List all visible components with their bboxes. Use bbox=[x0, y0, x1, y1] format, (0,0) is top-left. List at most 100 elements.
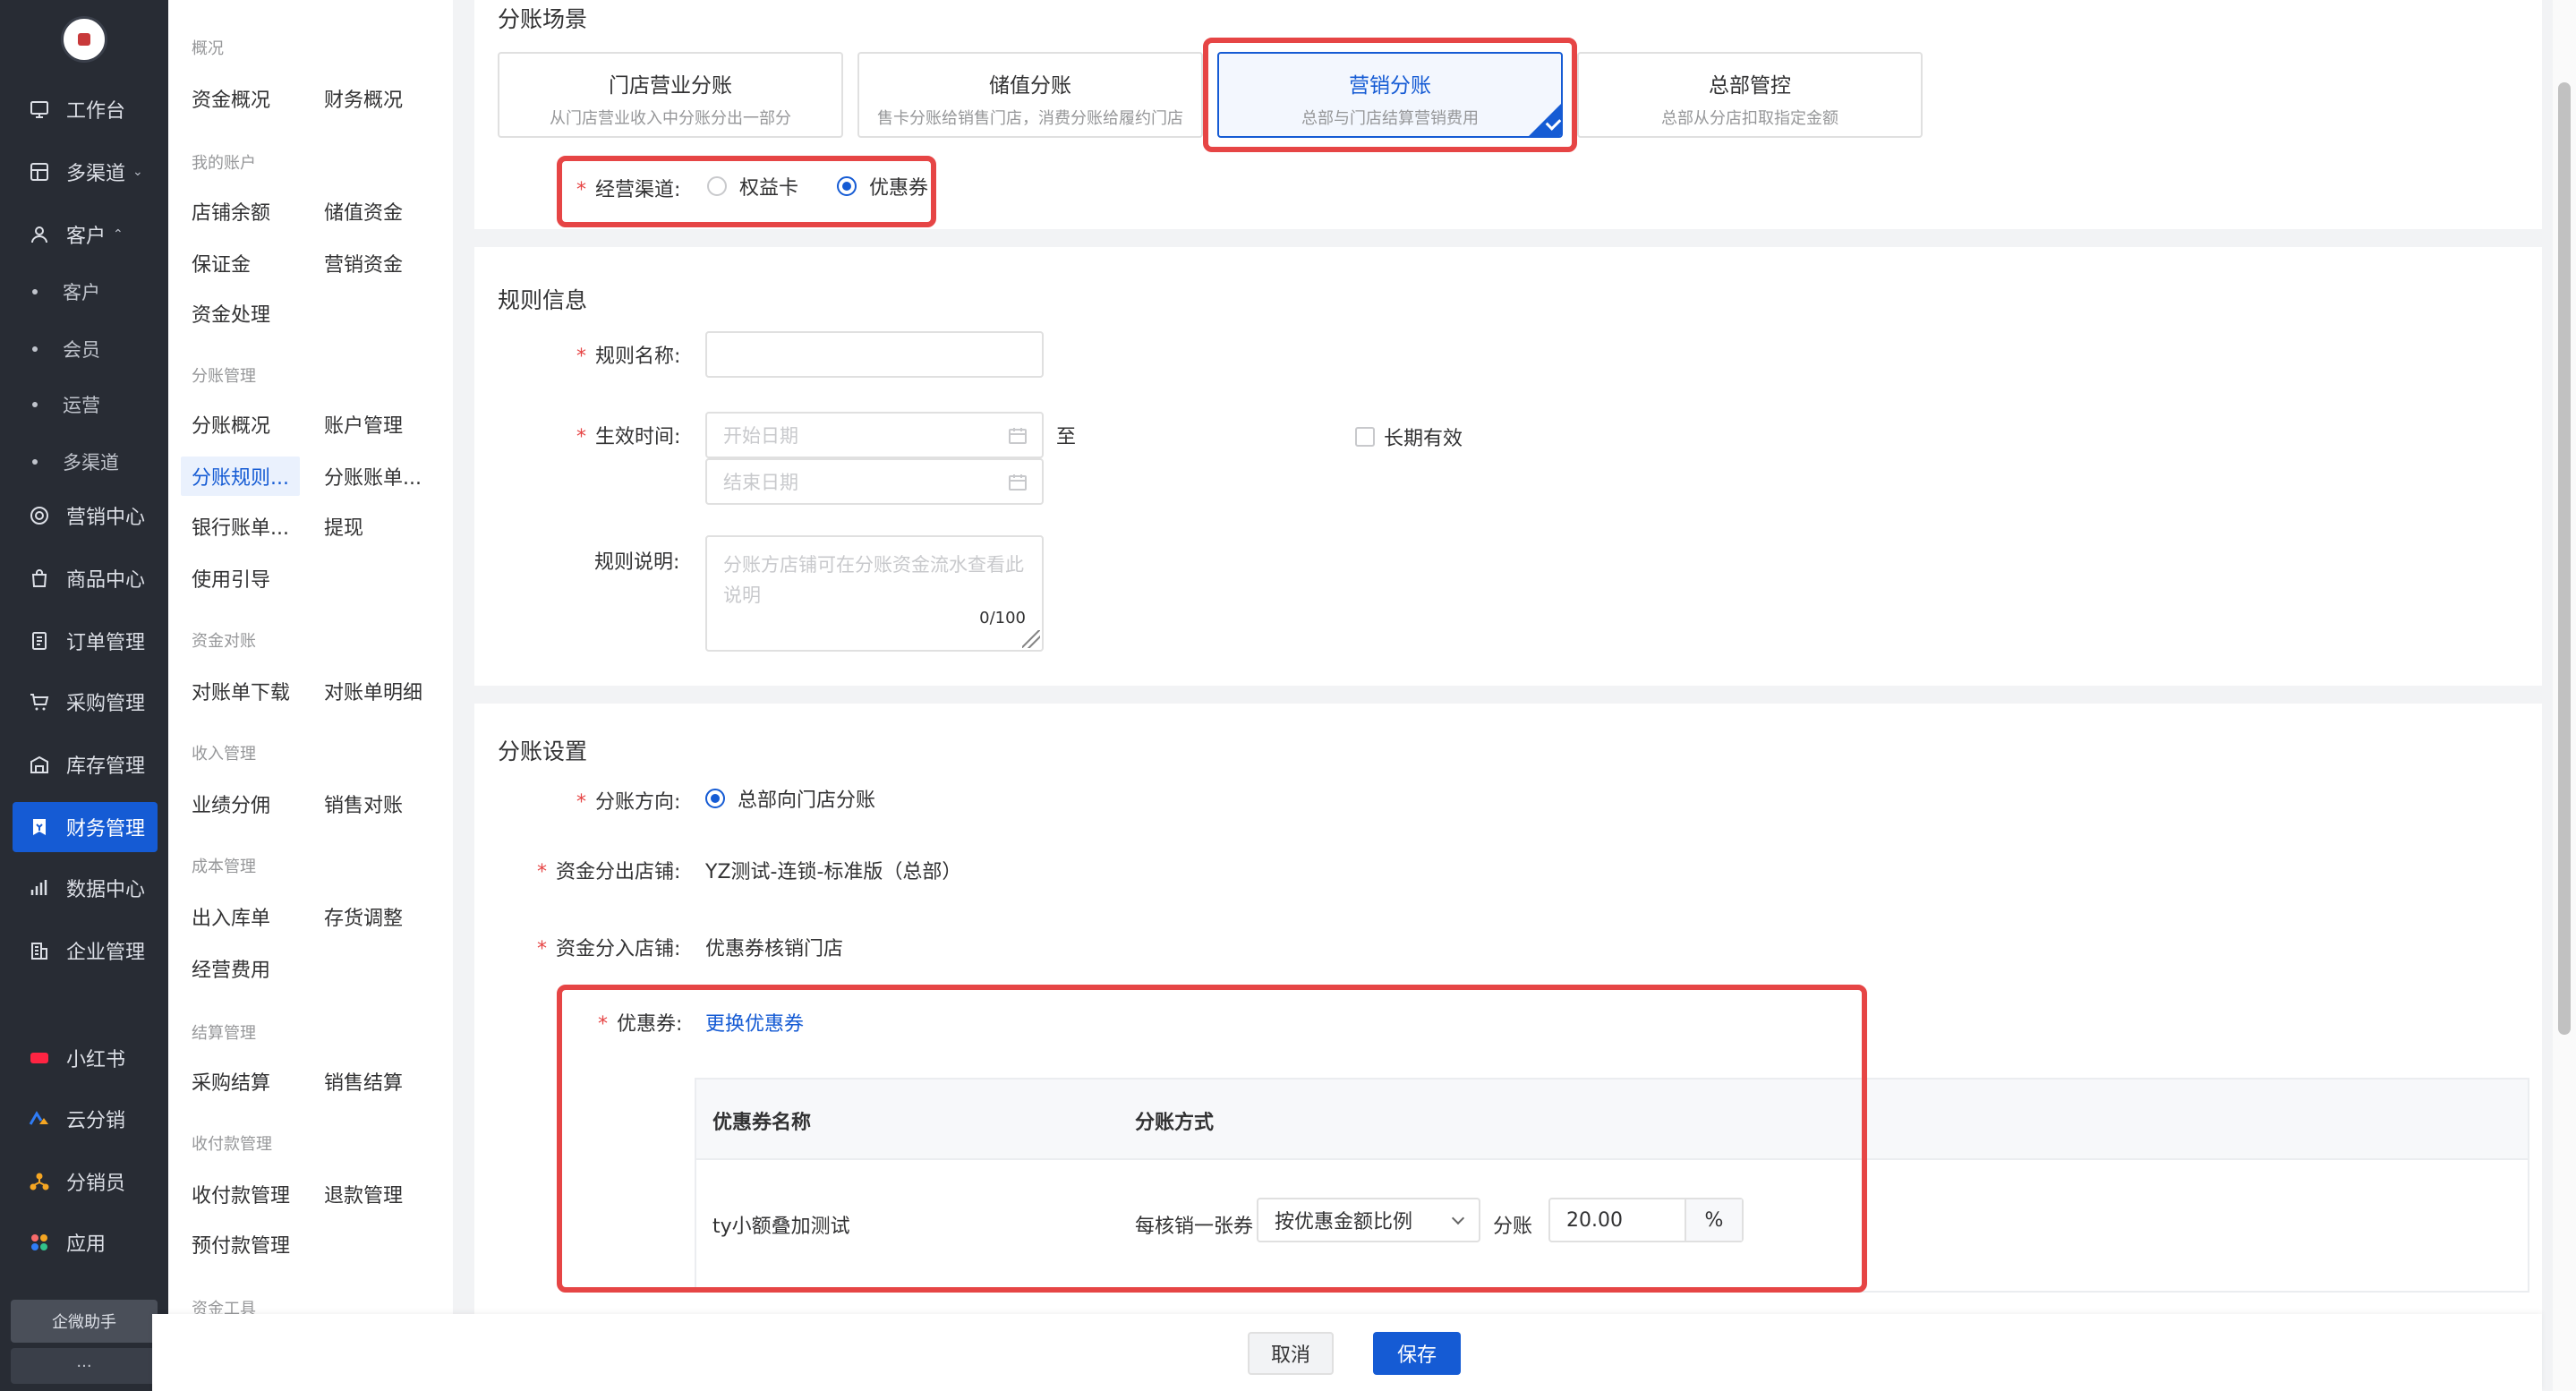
subnav-link[interactable]: 对账单明细 bbox=[313, 671, 433, 711]
subnav-link[interactable]: 账户管理 bbox=[313, 405, 414, 444]
more-button[interactable]: ··· bbox=[11, 1348, 158, 1384]
subnav-link[interactable]: 采购结算 bbox=[181, 1062, 281, 1101]
scene-option-desc: 从门店营业收入中分账分出一部分 bbox=[550, 109, 791, 128]
subnav-link[interactable]: 分账账单... bbox=[313, 457, 432, 496]
nav-item-marketing[interactable]: 营销中心 bbox=[13, 491, 158, 541]
subnav-link[interactable]: 财务概况 bbox=[313, 79, 414, 118]
nav-item-enterprise[interactable]: 企业管理 bbox=[13, 926, 158, 976]
subnav-link-split-rules[interactable]: 分账规则... bbox=[181, 457, 300, 496]
xiaohongshu-icon bbox=[21, 1047, 57, 1069]
shop-logo[interactable] bbox=[61, 16, 107, 63]
save-button[interactable]: 保存 bbox=[1373, 1332, 1461, 1375]
scene-option-title: 储值分账 bbox=[989, 74, 1071, 98]
action-bar: 取消 保存 bbox=[152, 1314, 2542, 1391]
subnav-link[interactable]: 经营费用 bbox=[181, 949, 281, 988]
resize-handle-icon[interactable] bbox=[1022, 630, 1040, 648]
nav-item-apps[interactable]: 应用 bbox=[13, 1217, 158, 1267]
nav-item-label: 营销中心 bbox=[66, 507, 146, 529]
nav-item-goods[interactable]: 商品中心 bbox=[13, 553, 158, 603]
nav-item-label: 采购管理 bbox=[66, 693, 146, 715]
section-title-settings: 分账设置 bbox=[498, 738, 588, 764]
subnav-link[interactable]: 退款管理 bbox=[313, 1174, 414, 1214]
nav-item-orders[interactable]: 订单管理 bbox=[13, 616, 158, 666]
subnav-link[interactable]: 存货调整 bbox=[313, 897, 414, 936]
nav-item-finance[interactable]: 财务管理 bbox=[13, 802, 158, 852]
subnav-group-title: 概况 bbox=[192, 39, 224, 58]
distributor-icon bbox=[21, 1171, 57, 1192]
wecom-assistant-button[interactable]: 企微助手 bbox=[11, 1300, 158, 1343]
secondary-sidebar: 概况 资金概况 财务概况 我的账户 店铺余额 储值资金 保证金 营销资金 资金处… bbox=[168, 0, 453, 1391]
nav-item-label: 库存管理 bbox=[66, 755, 146, 778]
nav-item-cloud-distribution[interactable]: 云分销 bbox=[13, 1094, 158, 1144]
subnav-link[interactable]: 出入库单 bbox=[181, 897, 281, 936]
subnav-group-title: 成本管理 bbox=[192, 858, 256, 876]
vertical-scrollbar[interactable] bbox=[2553, 0, 2576, 1391]
subnav-link[interactable]: 提现 bbox=[313, 507, 374, 546]
scene-option-store-revenue[interactable]: 门店营业分账 从门店营业收入中分账分出一部分 bbox=[498, 52, 843, 138]
subnav-link[interactable]: 收付款管理 bbox=[181, 1174, 301, 1214]
subnav-link[interactable]: 预付款管理 bbox=[181, 1225, 301, 1264]
nav-item-distributor[interactable]: 分销员 bbox=[13, 1156, 158, 1207]
subnav-link[interactable]: 资金概况 bbox=[181, 79, 281, 118]
nav-item-inventory[interactable]: 库存管理 bbox=[13, 739, 158, 789]
scene-option-hq-control[interactable]: 总部管控 总部从分店扣取指定金额 bbox=[1577, 52, 1923, 138]
nav-item-label: 订单管理 bbox=[66, 632, 146, 654]
nav-item-customer[interactable]: 客户 ⌃ bbox=[13, 209, 158, 260]
primary-sidebar: 工作台 多渠道 ⌄ 客户 ⌃ 客户 会员 运营 多渠道 营销中心 商品中心 订单… bbox=[0, 0, 168, 1391]
highlight-box bbox=[1203, 38, 1577, 152]
enterprise-icon bbox=[21, 940, 57, 961]
nav-item-label: 企业管理 bbox=[66, 942, 146, 964]
subnav-link[interactable]: 业绩分佣 bbox=[181, 784, 281, 824]
highlight-box bbox=[557, 985, 1867, 1293]
nav-subitem-multichannel[interactable]: 多渠道 bbox=[32, 444, 119, 480]
nav-item-label: 客户 bbox=[66, 226, 107, 248]
scene-option-stored-value[interactable]: 储值分账 售卡分账给销售门店，消费分账给履约门店 bbox=[857, 52, 1203, 138]
subnav-link[interactable]: 资金处理 bbox=[181, 294, 281, 333]
out-store-label-text: 资金分出店铺: bbox=[556, 861, 681, 883]
nav-item-label: 云分销 bbox=[66, 1110, 126, 1132]
scrollbar-thumb[interactable] bbox=[2558, 82, 2571, 1035]
nav-item-data[interactable]: 数据中心 bbox=[13, 863, 158, 913]
cancel-button[interactable]: 取消 bbox=[1248, 1332, 1334, 1375]
in-store-label: * 资金分入店铺: bbox=[537, 933, 680, 961]
subnav-link[interactable]: 储值资金 bbox=[313, 192, 414, 231]
required-asterisk: * bbox=[537, 938, 547, 960]
section-title-scene: 分账场景 bbox=[498, 6, 588, 32]
char-counter: 0/100 bbox=[979, 609, 1026, 627]
nav-subitem-member[interactable]: 会员 bbox=[32, 331, 100, 367]
nav-item-multichannel[interactable]: 多渠道 ⌄ bbox=[13, 147, 158, 197]
nav-subitem-customer[interactable]: 客户 bbox=[32, 274, 100, 310]
end-date-input[interactable]: 结束日期 bbox=[705, 458, 1044, 505]
start-date-input[interactable]: 开始日期 bbox=[705, 412, 1044, 458]
date-range-separator: 至 bbox=[1056, 426, 1077, 448]
direction-label-text: 分账方向: bbox=[595, 791, 681, 814]
rule-name-input[interactable] bbox=[705, 331, 1044, 378]
nav-item-purchase[interactable]: 采购管理 bbox=[13, 677, 158, 727]
finance-icon bbox=[21, 816, 57, 838]
subnav-link[interactable]: 销售结算 bbox=[313, 1062, 414, 1101]
nav-item-workbench[interactable]: 工作台 bbox=[13, 84, 158, 134]
bullet-icon bbox=[32, 402, 38, 407]
subnav-link[interactable]: 银行账单... bbox=[181, 507, 300, 546]
long-term-checkbox[interactable]: 长期有效 bbox=[1355, 422, 1463, 451]
chevron-down-icon: ⌄ bbox=[132, 165, 143, 179]
rule-desc-textarea[interactable]: 分账方店铺可在分账资金流水查看此说明 0/100 bbox=[705, 535, 1044, 652]
subnav-link[interactable]: 分账概况 bbox=[181, 405, 281, 444]
nav-subitem-operation[interactable]: 运营 bbox=[32, 387, 100, 422]
nav-item-xiaohongshu[interactable]: 小红书 bbox=[13, 1033, 158, 1083]
user-icon bbox=[21, 224, 57, 245]
nav-item-label: 商品中心 bbox=[66, 569, 146, 592]
bullet-icon bbox=[32, 459, 38, 465]
subnav-link[interactable]: 销售对账 bbox=[313, 784, 414, 824]
subnav-link[interactable]: 对账单下载 bbox=[181, 671, 301, 711]
subnav-link[interactable]: 营销资金 bbox=[313, 243, 414, 283]
nav-item-label: 财务管理 bbox=[66, 818, 146, 841]
subnav-link[interactable]: 店铺余额 bbox=[181, 192, 281, 231]
required-asterisk: * bbox=[537, 861, 547, 883]
subnav-group-title: 收入管理 bbox=[192, 745, 256, 764]
radio-label: 总部向门店分账 bbox=[738, 789, 876, 812]
radio-hq-to-store[interactable]: 总部向门店分账 bbox=[705, 784, 875, 813]
subnav-link[interactable]: 保证金 bbox=[181, 243, 261, 283]
subnav-group-title: 分账管理 bbox=[192, 367, 256, 386]
subnav-link[interactable]: 使用引导 bbox=[181, 559, 281, 598]
